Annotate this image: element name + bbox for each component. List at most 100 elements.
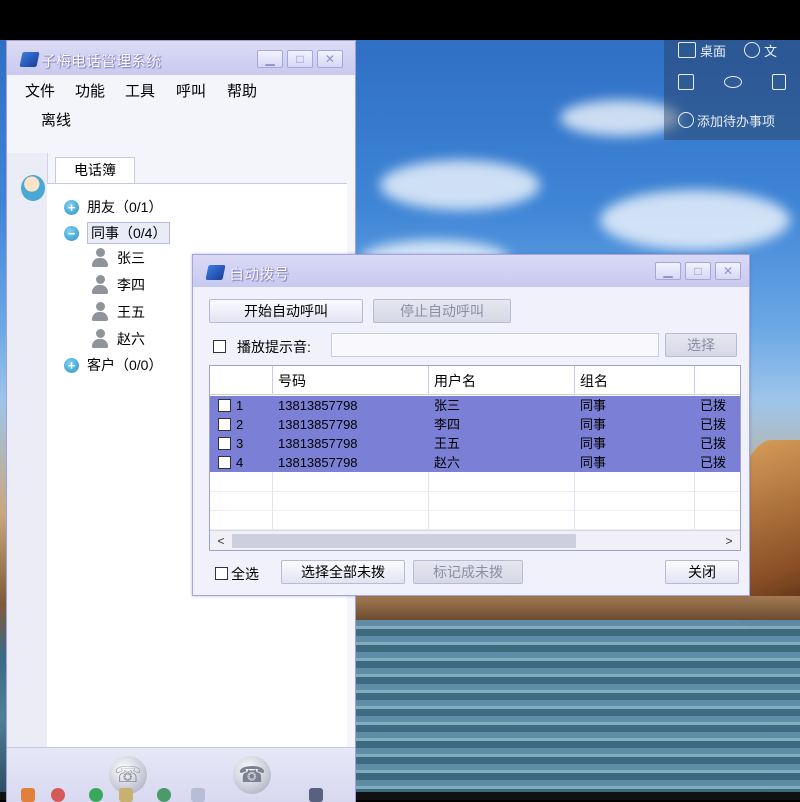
cloud — [380, 160, 540, 210]
tree-contact[interactable]: 赵六 — [91, 329, 145, 349]
empty-row — [210, 510, 740, 530]
dialog-title: 自动拨号 — [229, 266, 290, 283]
menu-bar: 文件 功能 工具 呼叫 帮助 — [7, 75, 355, 103]
row-checkbox[interactable] — [218, 399, 231, 412]
row-checkbox[interactable] — [218, 456, 231, 469]
empty-row — [210, 472, 740, 492]
expand-plus-icon[interactable]: + — [64, 199, 79, 215]
row-number: 13813857798 — [278, 455, 358, 470]
add-todo-button[interactable]: 添加待办事项 — [664, 110, 800, 130]
close-button[interactable]: ✕ — [317, 50, 343, 68]
column-header-status[interactable] — [694, 366, 740, 394]
row-number: 13813857798 — [278, 417, 358, 432]
row-number: 13813857798 — [278, 398, 358, 413]
table-row[interactable]: 2 13813857798 李四 同事 已拨 — [210, 415, 740, 434]
tree-group-customers[interactable]: + 客户（0/0） — [64, 355, 162, 375]
expand-plus-icon[interactable]: + — [64, 357, 79, 373]
row-status: 已拨 — [700, 417, 727, 432]
row-index: 3 — [236, 436, 244, 451]
menu-tools[interactable]: 工具 — [125, 80, 155, 101]
person-icon — [91, 329, 109, 349]
row-status: 已拨 — [700, 436, 727, 451]
select-all-undialed-button[interactable]: 选择全部未拨 — [281, 560, 405, 584]
row-index: 4 — [236, 455, 244, 470]
column-header-username[interactable]: 用户名 — [428, 366, 574, 394]
column-header-group[interactable]: 组名 — [574, 366, 694, 394]
mark-undialed-button[interactable]: 标记成未拨 — [413, 560, 523, 584]
table-row[interactable]: 1 13813857798 张三 同事 已拨 — [210, 396, 740, 415]
prompt-file-field[interactable] — [331, 333, 659, 357]
select-all-checkbox[interactable] — [215, 567, 228, 580]
dial-list-table: 号码 用户名 组名 1 13813857798 张三 同事 已拨 2 13813… — [209, 365, 741, 551]
contact-name: 李四 — [117, 277, 145, 293]
choose-file-button[interactable]: 选择 — [665, 333, 737, 357]
stop-auto-call-button[interactable]: 停止自动呼叫 — [373, 299, 511, 323]
row-index: 2 — [236, 417, 244, 432]
main-title-bar[interactable]: 子梅电话管理系统 ▁ □ ✕ — [7, 41, 355, 75]
add-todo-label: 添加待办事项 — [697, 113, 776, 129]
maximize-icon: □ — [694, 264, 702, 278]
tab-phonebook[interactable]: 电话簿 — [55, 157, 135, 183]
dialog-close-button[interactable]: ✕ — [715, 262, 741, 280]
desktop-icon — [678, 42, 696, 58]
cloud — [560, 100, 680, 136]
note-icon[interactable] — [772, 74, 786, 90]
row-index: 1 — [236, 398, 244, 413]
widget-item-desktop[interactable]: 桌面 — [700, 41, 726, 60]
tree-group-colleagues[interactable]: − 同事（0/4） — [64, 222, 171, 244]
row-status: 已拨 — [700, 455, 727, 470]
contact-name: 赵六 — [117, 331, 145, 347]
tree-contact[interactable]: 李四 — [91, 275, 145, 295]
row-username: 王五 — [434, 436, 461, 451]
menu-function[interactable]: 功能 — [75, 80, 105, 101]
select-all-label[interactable]: 全选 — [231, 564, 259, 584]
crop-icon[interactable] — [678, 74, 694, 90]
row-username: 李四 — [434, 417, 461, 432]
scrollbar-thumb[interactable] — [232, 534, 576, 548]
minimize-button[interactable]: ▁ — [257, 50, 283, 68]
contacts-icon[interactable] — [21, 175, 45, 201]
person-icon — [91, 248, 109, 268]
menu-call[interactable]: 呼叫 — [176, 80, 206, 101]
side-rail — [7, 153, 48, 747]
minimize-icon: ▁ — [265, 52, 275, 66]
call-controls: ☏ ☎ — [7, 747, 355, 802]
hangup-phone-icon[interactable]: ☎ — [233, 756, 271, 794]
dialog-maximize-button[interactable]: □ — [685, 262, 711, 280]
main-window-title: 子梅电话管理系统 — [41, 53, 162, 70]
dialog-close-action-button[interactable]: 关闭 — [665, 560, 739, 584]
table-row[interactable]: 4 13813857798 赵六 同事 已拨 — [210, 453, 740, 472]
person-icon — [91, 302, 109, 322]
dialog-title-bar[interactable]: 自动拨号 ▁ □ ✕ — [193, 255, 749, 287]
dialog-minimize-button[interactable]: ▁ — [655, 262, 681, 280]
row-checkbox[interactable] — [218, 418, 231, 431]
row-group: 同事 — [580, 417, 607, 432]
menu-file[interactable]: 文件 — [25, 80, 55, 101]
scroll-right-icon[interactable]: > — [720, 531, 738, 550]
online-status[interactable]: 离线 — [41, 109, 71, 130]
scroll-left-icon[interactable]: < — [212, 531, 230, 550]
maximize-button[interactable]: □ — [287, 50, 313, 68]
column-header-number[interactable]: 号码 — [272, 366, 428, 394]
row-group: 同事 — [580, 455, 607, 470]
eye-icon[interactable] — [724, 76, 742, 88]
close-icon: ✕ — [722, 264, 734, 278]
cloud — [600, 190, 790, 250]
horizontal-scrollbar[interactable]: < > — [210, 530, 740, 550]
table-header: 号码 用户名 组名 — [210, 366, 740, 395]
play-prompt-checkbox[interactable] — [213, 340, 226, 353]
row-checkbox[interactable] — [218, 437, 231, 450]
table-row[interactable]: 3 13813857798 王五 同事 已拨 — [210, 434, 740, 453]
row-status: 已拨 — [700, 398, 727, 413]
menu-help[interactable]: 帮助 — [227, 80, 257, 101]
tree-group-friends[interactable]: + 朋友（0/1） — [64, 197, 162, 217]
row-group: 同事 — [580, 436, 607, 451]
widget-item-text[interactable]: 文 — [764, 41, 777, 60]
search-icon[interactable] — [744, 42, 761, 58]
group-label: 客户（0/0） — [87, 357, 163, 373]
start-auto-call-button[interactable]: 开始自动呼叫 — [209, 299, 363, 323]
tree-contact[interactable]: 王五 — [91, 302, 145, 322]
collapse-minus-icon[interactable]: − — [64, 225, 79, 241]
tree-contact[interactable]: 张三 — [91, 248, 145, 268]
app-logo-icon — [19, 52, 40, 67]
